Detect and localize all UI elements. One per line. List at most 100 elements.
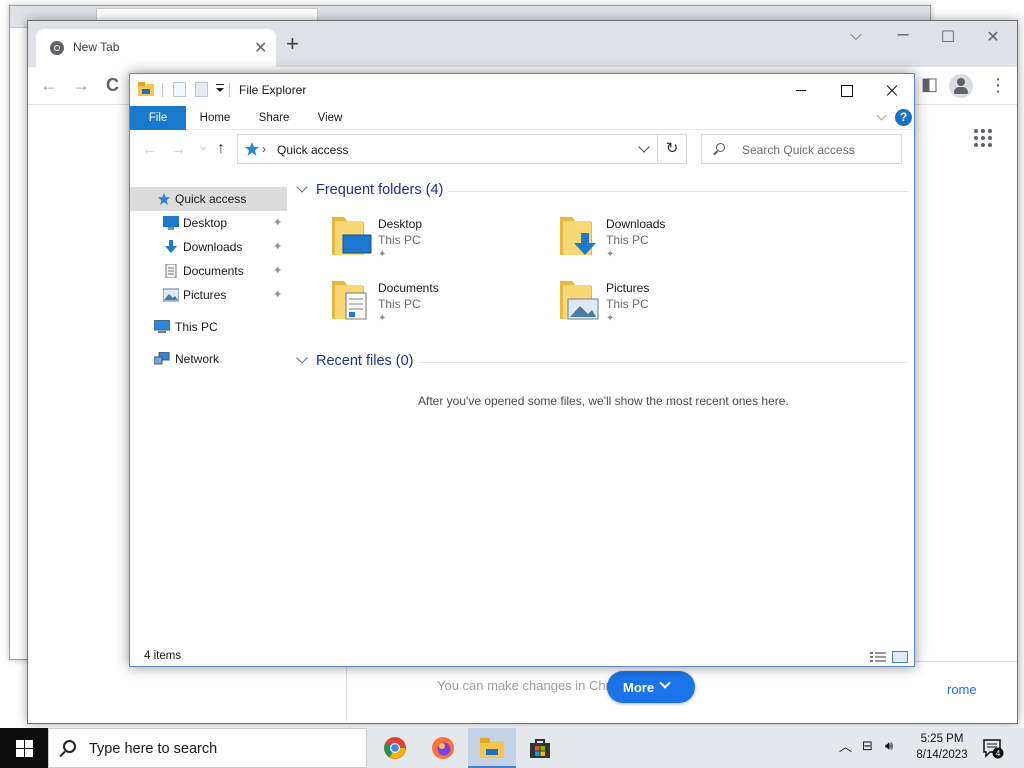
maximize-button[interactable]: ☐: [933, 27, 963, 47]
address-bar[interactable]: › Quick access: [237, 134, 687, 164]
forward-icon[interactable]: →: [72, 75, 90, 96]
taskbar-store[interactable]: [516, 728, 564, 768]
tab-new-tab[interactable]: New Tab ✕: [36, 29, 276, 67]
documents-icon: [165, 264, 177, 278]
sidebar-item-label: Pictures: [183, 288, 227, 302]
tab-view[interactable]: View: [307, 106, 353, 130]
taskbar-file-explorer[interactable]: [468, 728, 516, 768]
folder-tile-downloads[interactable]: Downloads This PC ✦: [558, 215, 788, 271]
quick-access-star-icon: [245, 142, 259, 156]
sidebar-item-desktop[interactable]: Desktop ✦: [130, 211, 287, 235]
downloads-folder-icon: [560, 217, 596, 255]
chrome-icon: [384, 737, 406, 759]
more-button-label: More: [623, 679, 655, 695]
clock[interactable]: 5:25 PM 8/14/2023: [906, 731, 978, 763]
show-hidden-icons-icon[interactable]: ︿: [839, 736, 852, 755]
taskbar-search-placeholder: Type here to search: [89, 741, 218, 757]
navigation-pane: Quick access Desktop ✦ Downloads ✦ Docum…: [130, 184, 288, 644]
sidebar-item-downloads[interactable]: Downloads ✦: [130, 235, 287, 259]
notification-count: 4: [996, 749, 1001, 758]
sidebar-item-documents[interactable]: Documents ✦: [130, 259, 287, 283]
frequent-folders-header[interactable]: Frequent folders (4): [296, 181, 443, 198]
explorer-folder-icon: [138, 82, 154, 96]
chevron-down-icon: [659, 677, 671, 689]
windows-logo-pane: [16, 749, 24, 757]
help-icon[interactable]: ?: [895, 109, 912, 126]
store-icon: [530, 739, 550, 758]
large-icons-view-icon[interactable]: [892, 651, 908, 663]
close-button[interactable]: [869, 74, 915, 106]
folder-tile-documents[interactable]: Documents This PC ✦: [330, 279, 560, 335]
sidebar-item-label: Quick access: [175, 192, 247, 206]
firefox-icon: [432, 737, 454, 759]
action-center-icon[interactable]: 4: [982, 737, 1004, 759]
sidebar-item-pictures[interactable]: Pictures ✦: [130, 283, 287, 307]
minimize-button[interactable]: –: [888, 23, 918, 46]
pin-icon[interactable]: ✦: [273, 288, 282, 301]
up-icon[interactable]: ↑: [217, 140, 225, 158]
google-apps-icon[interactable]: [974, 129, 992, 147]
ribbon-tabs: File Home Share View ?: [130, 106, 914, 130]
sidebar-item-quick-access[interactable]: Quick access: [130, 187, 287, 211]
tab-home[interactable]: Home: [192, 106, 238, 130]
tab-close-icon[interactable]: ✕: [254, 38, 267, 58]
search-input[interactable]: Search Quick access: [701, 134, 902, 164]
tab-title: New Tab: [73, 40, 120, 54]
collapse-chevron-icon: [296, 181, 308, 193]
tab-share[interactable]: Share: [251, 106, 297, 130]
folder-location: This PC: [378, 297, 421, 311]
breadcrumb-separator: ›: [262, 142, 266, 156]
folder-tile-pictures[interactable]: Pictures This PC ✦: [558, 279, 788, 335]
pin-icon[interactable]: ✦: [273, 216, 282, 229]
new-folder-icon[interactable]: [195, 82, 208, 97]
network-icon[interactable]: ⊟: [862, 738, 873, 754]
pictures-folder-icon: [560, 281, 599, 320]
section-title: Recent files (0): [316, 353, 414, 369]
windows-logo-icon: [16, 740, 24, 748]
recent-files-header[interactable]: Recent files (0): [296, 352, 414, 369]
volume-icon[interactable]: 🔊︎: [885, 738, 893, 754]
reload-icon[interactable]: C: [106, 75, 119, 96]
tab-file[interactable]: File: [130, 106, 186, 130]
taskbar-search-input[interactable]: Type here to search: [48, 728, 367, 768]
title-separator-2: [229, 83, 230, 97]
title-bar: File Explorer: [130, 74, 914, 106]
start-button[interactable]: [0, 728, 48, 768]
clock-time: 5:25 PM: [920, 733, 964, 745]
pin-icon[interactable]: ✦: [273, 240, 282, 253]
folder-name: Downloads: [606, 217, 666, 231]
new-tab-button[interactable]: +: [286, 33, 299, 55]
side-panel-icon[interactable]: ◧: [921, 74, 938, 95]
sidebar-item-network[interactable]: Network: [130, 347, 287, 371]
taskbar-firefox[interactable]: [419, 728, 467, 768]
expand-ribbon-icon[interactable]: [876, 110, 887, 121]
folder-name: Desktop: [378, 217, 423, 231]
sidebar-item-this-pc[interactable]: This PC: [130, 315, 287, 339]
more-button[interactable]: More: [607, 671, 695, 703]
forward-icon[interactable]: →: [171, 141, 186, 158]
properties-icon[interactable]: [173, 82, 186, 97]
taskbar-chrome[interactable]: [371, 728, 419, 768]
chrome-favicon-icon: [50, 41, 64, 55]
back-icon[interactable]: ←: [40, 75, 58, 96]
details-view-icon[interactable]: [870, 651, 886, 663]
address-dropdown-icon[interactable]: [638, 141, 650, 153]
folder-tile-desktop[interactable]: Desktop This PC ✦: [330, 215, 560, 271]
profile-avatar[interactable]: [949, 74, 973, 98]
refresh-button[interactable]: ↻: [657, 134, 687, 164]
pin-icon[interactable]: ✦: [273, 264, 282, 277]
maximize-button[interactable]: [823, 74, 869, 106]
back-icon[interactable]: ←: [142, 141, 157, 158]
navigation-bar: ← → ⌄ ↑ › Quick access ↻ Search Quick ac…: [130, 130, 914, 170]
minimize-button[interactable]: [778, 74, 824, 106]
breadcrumb-quick-access[interactable]: Quick access: [277, 143, 348, 157]
menu-icon[interactable]: ⋮: [989, 75, 1007, 96]
close-button[interactable]: ✕: [978, 27, 1008, 47]
customize-link[interactable]: rome: [947, 682, 977, 697]
network-icon: [154, 352, 170, 365]
customize-toolbar-icon[interactable]: [216, 84, 224, 92]
recent-locations-icon[interactable]: ⌄: [198, 138, 209, 154]
section-divider: [448, 191, 908, 192]
folder-location: This PC: [378, 233, 421, 247]
tab-search-icon[interactable]: ⌵: [841, 27, 871, 45]
